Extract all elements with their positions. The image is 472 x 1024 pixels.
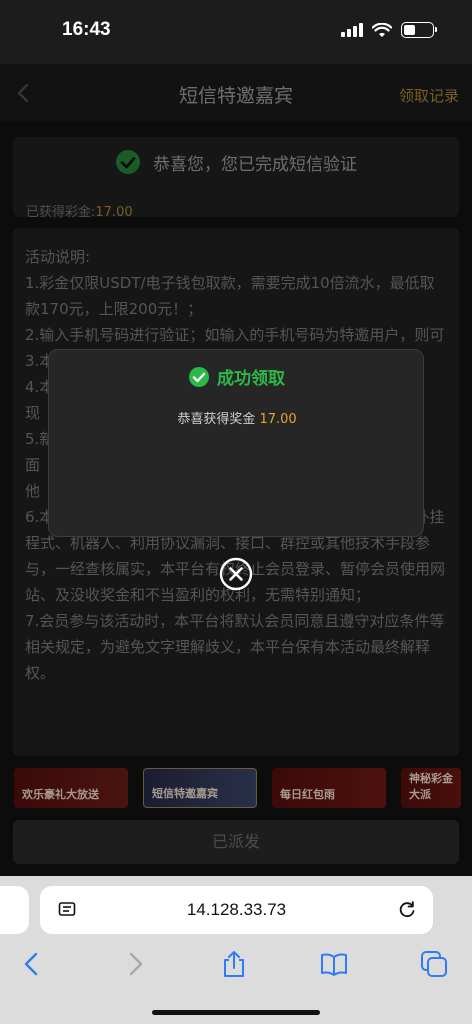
forward-icon[interactable] [121,950,149,978]
bookmarks-icon[interactable] [320,950,348,978]
wifi-icon [372,22,392,37]
modal-title: 成功领取 [217,369,285,389]
cellular-signal-icon [341,23,363,37]
modal-message: 恭喜获得奖金 17.00 [49,408,425,427]
tabs-icon[interactable] [420,950,448,978]
reload-icon[interactable] [397,900,417,920]
share-icon[interactable] [220,950,248,978]
status-bar: 16:43 [0,0,472,64]
battery-icon [401,22,437,38]
status-time: 16:43 [62,19,111,40]
modal-message-label: 恭喜获得奖金 [177,412,256,427]
address-bar[interactable]: 14.128.33.73 [40,886,433,934]
success-modal: 成功领取 恭喜获得奖金 17.00 [48,349,424,537]
close-icon[interactable] [219,557,253,591]
url-text: 14.128.33.73 [186,900,287,919]
status-icons [341,22,437,38]
previous-tab-peek[interactable] [0,886,29,934]
modal-amount: 17.00 [259,412,297,427]
browser-toolbar: 14.128.33.73 [0,876,472,1024]
home-indicator [152,1010,320,1015]
success-check-icon [189,366,209,387]
back-icon[interactable] [18,950,46,978]
modal-header: 成功领取 [49,364,425,389]
